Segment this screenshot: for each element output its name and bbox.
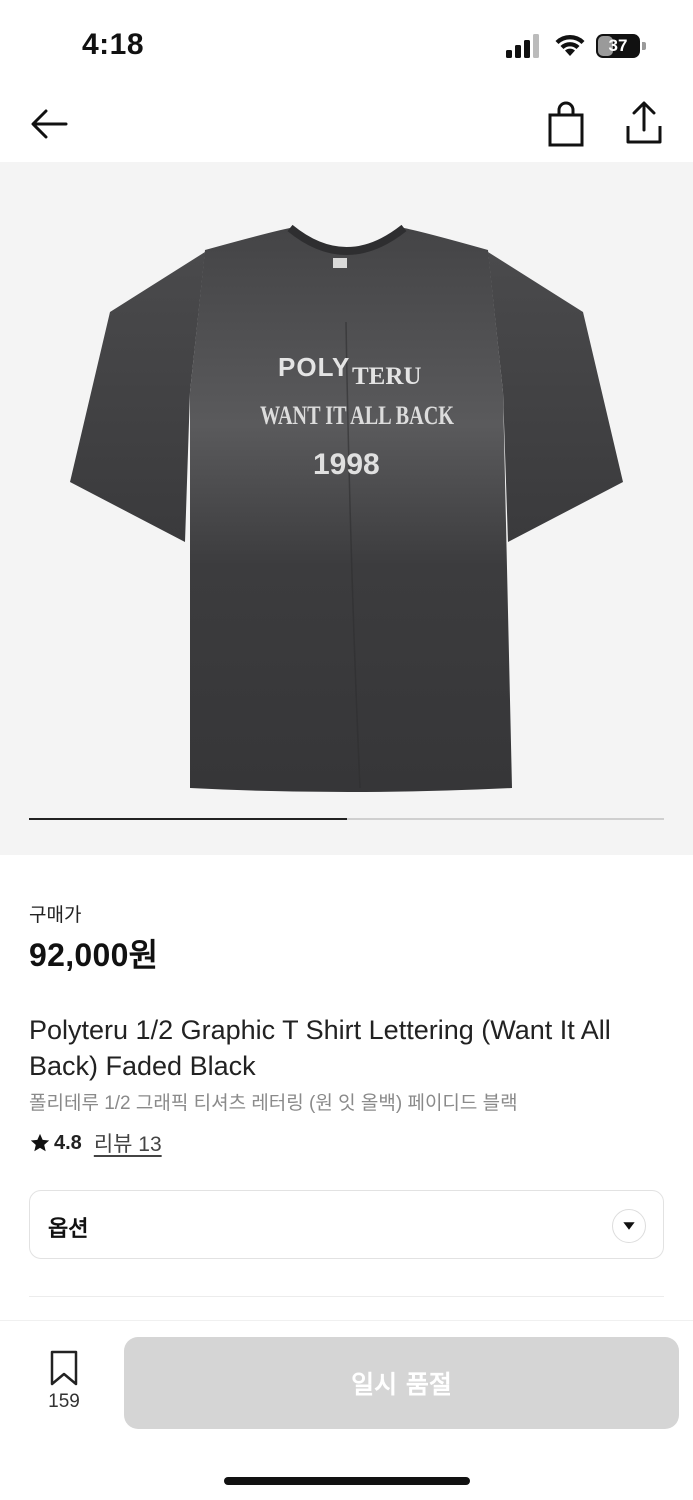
option-select[interactable]: 옵션 xyxy=(29,1190,664,1259)
top-nav xyxy=(0,90,693,162)
bookmark-icon xyxy=(50,1350,78,1386)
battery-level: 37 xyxy=(608,36,628,55)
shirt-graphic-line1-right: TERU xyxy=(352,363,421,390)
shopping-bag-icon[interactable] xyxy=(542,100,590,148)
shirt-graphic-line2: WANT IT ALL BACK xyxy=(260,401,455,430)
star-icon xyxy=(30,1133,50,1152)
shirt-graphic-line3: 1998 xyxy=(313,448,380,481)
gallery-progress xyxy=(29,818,664,820)
rating-value: 4.8 xyxy=(54,1131,82,1154)
status-bar: 4:18 37 xyxy=(0,0,693,90)
price-label: 구매가 xyxy=(29,905,82,926)
price-value: 92,000원 xyxy=(29,937,159,973)
cellular-signal-icon xyxy=(506,34,539,58)
t-shirt-image: POLY TERU WANT IT ALL BACK 1998 xyxy=(70,224,623,792)
product-title-ko: 폴리테루 1/2 그래픽 티셔츠 레터링 (원 잇 올백) 페이디드 블랙 xyxy=(29,1093,518,1114)
status-time: 4:18 xyxy=(82,28,145,61)
bookmark-count: 159 xyxy=(48,1391,80,1412)
soldout-button[interactable]: 일시 품절 xyxy=(124,1337,679,1429)
bottom-action-bar: 159 일시 품절 xyxy=(0,1320,693,1500)
arrow-left-icon[interactable] xyxy=(26,100,74,148)
rating-row: 4.8 리뷰 13 xyxy=(29,1128,162,1158)
share-icon[interactable] xyxy=(620,98,668,148)
shirt-graphic-line1-left: POLY xyxy=(278,352,350,382)
gallery-progress-fill xyxy=(29,818,347,820)
wifi-icon xyxy=(555,34,585,56)
bookmark-button[interactable]: 159 xyxy=(38,1349,90,1419)
option-label: 옵션 xyxy=(48,1216,89,1241)
product-image-gallery[interactable]: POLY TERU WANT IT ALL BACK 1998 xyxy=(0,162,693,855)
battery-icon: 37 xyxy=(596,34,646,58)
chevron-down-icon[interactable] xyxy=(612,1209,646,1243)
home-indicator xyxy=(224,1477,470,1485)
product-title-en: Polyteru 1/2 Graphic T Shirt Lettering (… xyxy=(29,1015,611,1081)
review-link[interactable]: 리뷰 13 xyxy=(94,1128,162,1158)
divider xyxy=(29,1296,664,1297)
